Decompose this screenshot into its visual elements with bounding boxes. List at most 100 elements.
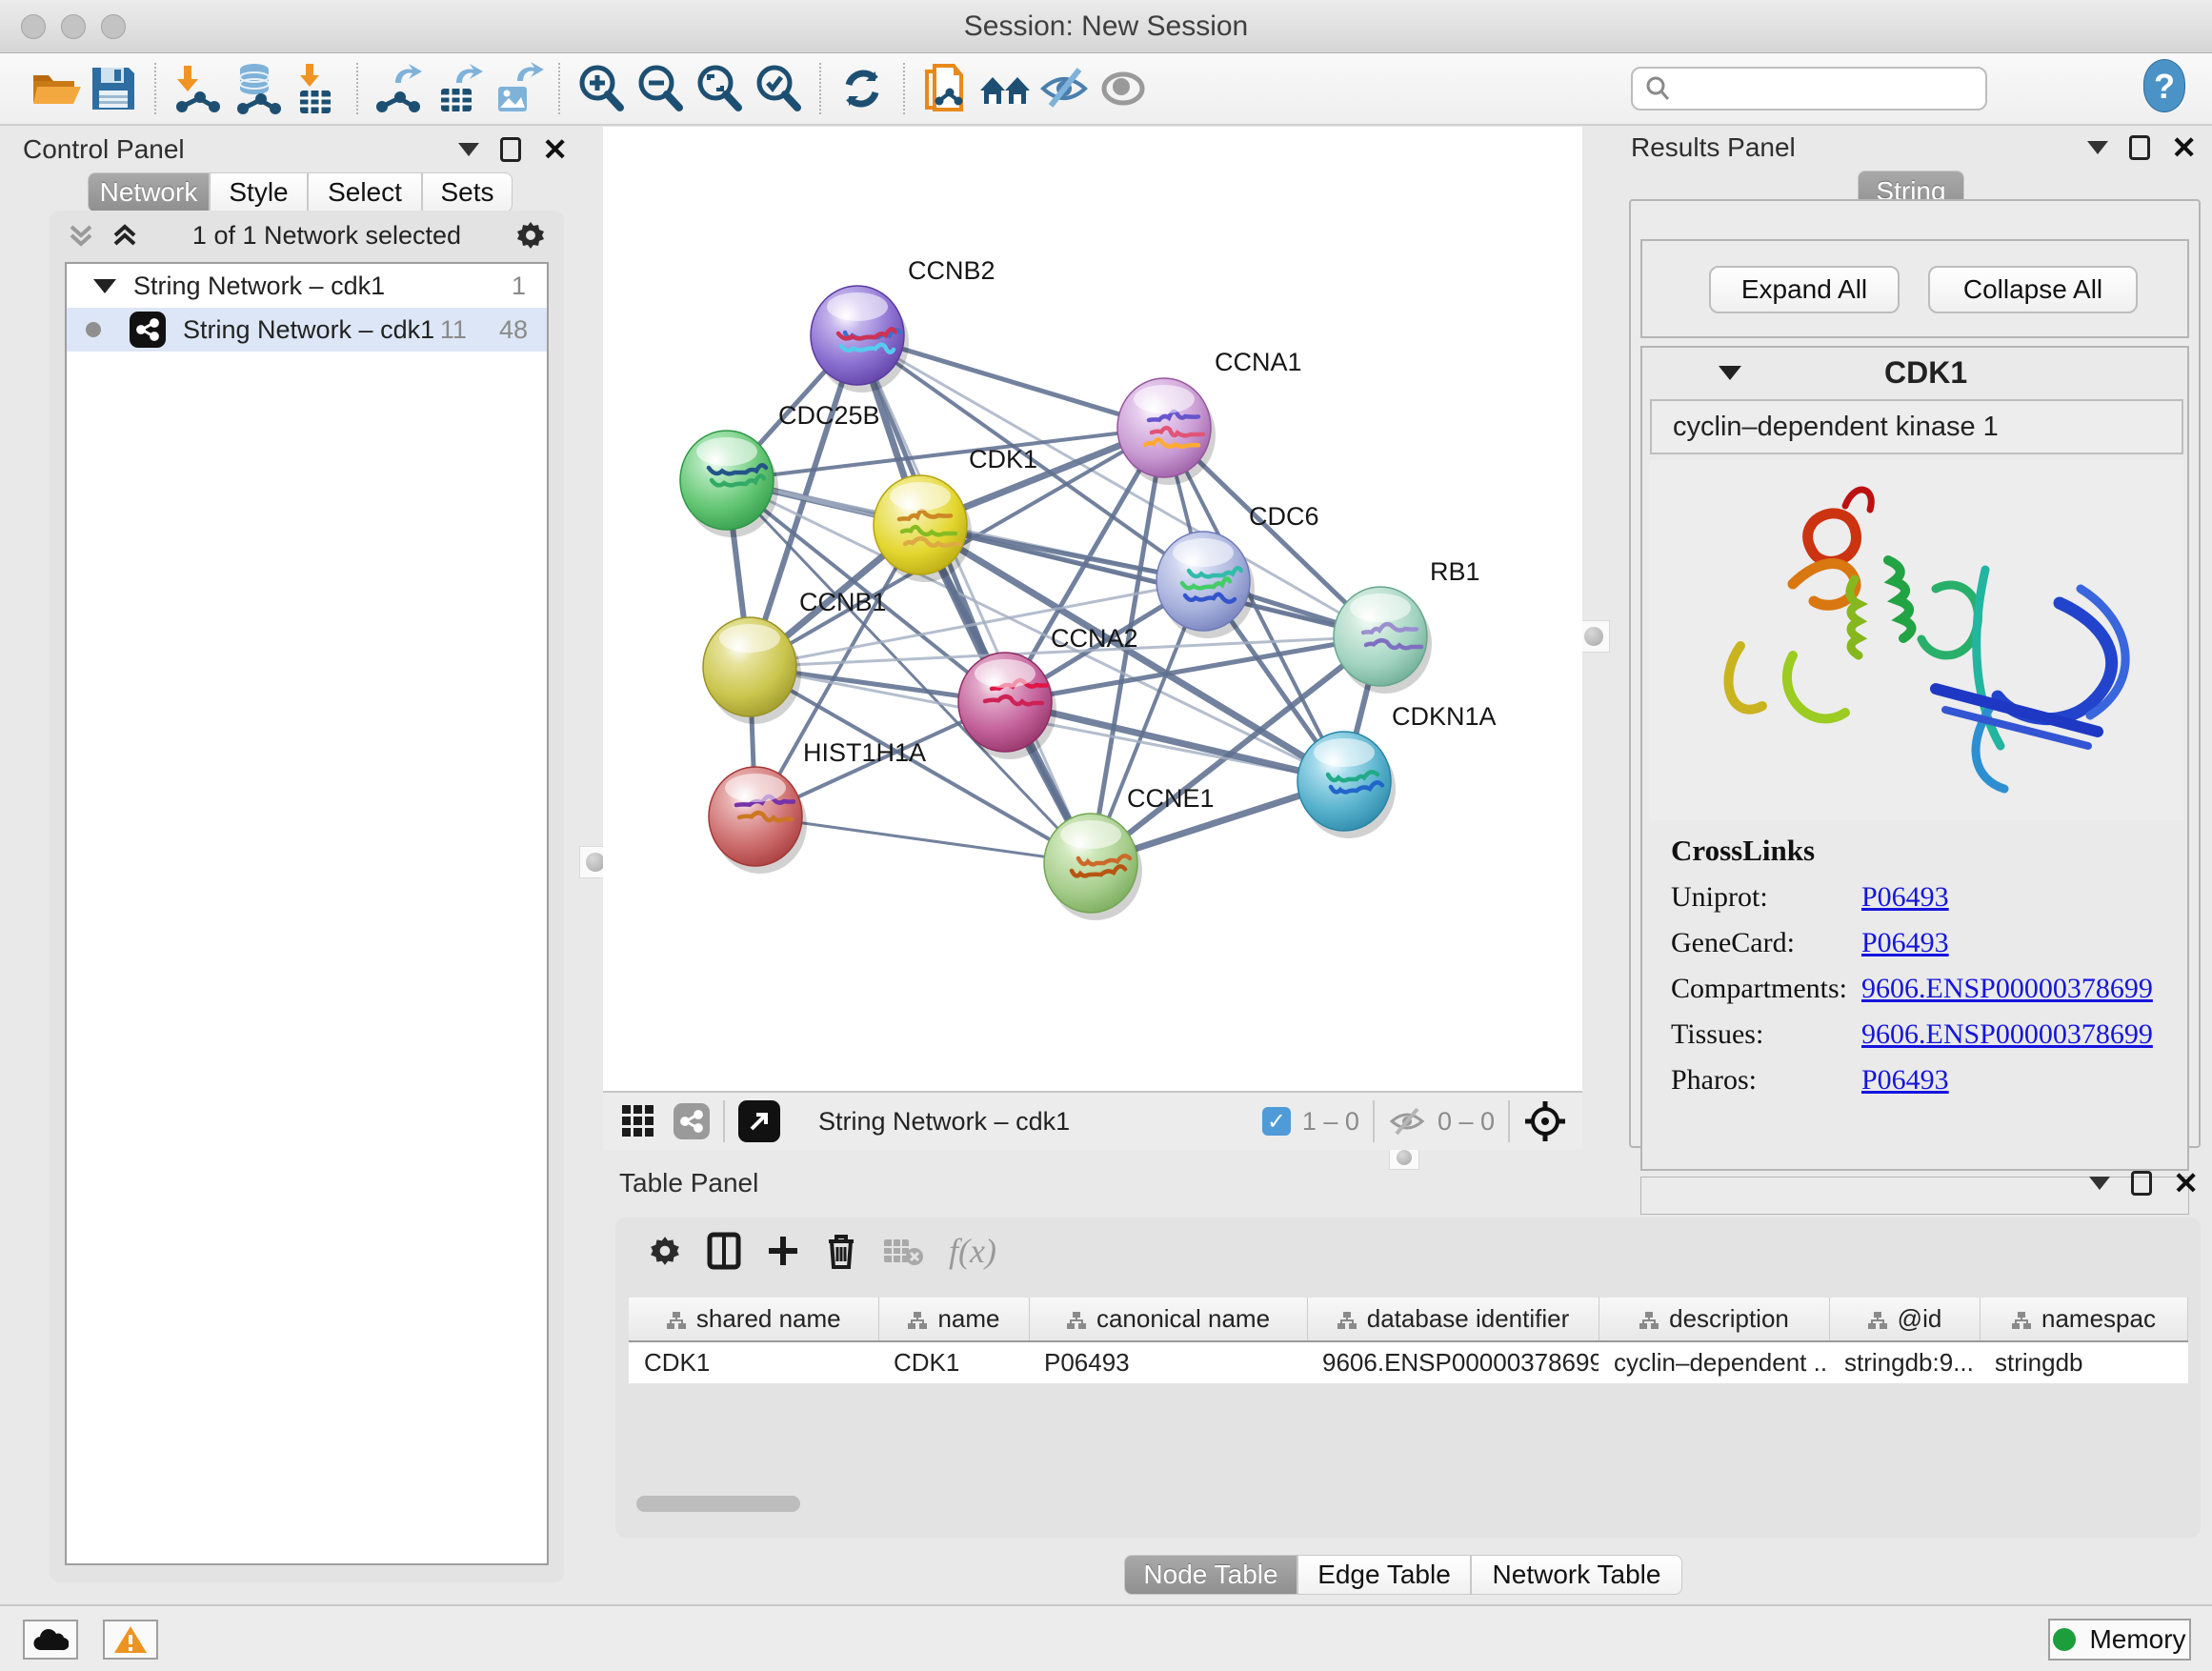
- hide-glass-button[interactable]: [1035, 59, 1094, 118]
- crosslink-link[interactable]: 9606.ENSP00000378699: [1861, 1018, 2153, 1051]
- houses-icon: [976, 62, 1034, 115]
- control-panel-collapse-icon[interactable]: [458, 143, 479, 156]
- save-floppy-icon: [89, 64, 138, 113]
- import-table-button[interactable]: [286, 59, 345, 118]
- tab-edge-table[interactable]: Edge Table: [1297, 1555, 1471, 1595]
- network-row[interactable]: String Network – cdk1 11 48: [67, 308, 547, 352]
- zoom-selected-button[interactable]: [749, 59, 808, 118]
- zoom-fit-button[interactable]: [690, 59, 749, 118]
- help-button[interactable]: ?: [2143, 59, 2185, 112]
- table-cell[interactable]: CDK1: [629, 1341, 878, 1383]
- tab-network[interactable]: Network: [88, 172, 210, 212]
- delete-column-icon[interactable]: [825, 1232, 857, 1270]
- window-close-dot[interactable]: [21, 14, 46, 39]
- column-header-database-identifier[interactable]: database identifier: [1307, 1298, 1599, 1341]
- zoom-out-button[interactable]: [631, 59, 690, 118]
- node-CCNB1[interactable]: CCNB1: [703, 588, 887, 724]
- node-CCNA1[interactable]: CCNA1: [1117, 348, 1302, 485]
- node-RB1[interactable]: RB1: [1334, 557, 1480, 694]
- column-header-description[interactable]: description: [1599, 1298, 1829, 1341]
- gene-expand-icon[interactable]: [1719, 366, 1741, 380]
- table-cell[interactable]: stringdb: [1980, 1341, 2187, 1383]
- export-table-icon: [432, 62, 485, 115]
- window-zoom-dot[interactable]: [101, 14, 126, 39]
- show-glass-button[interactable]: [1094, 59, 1153, 118]
- fit-content-crosshair-icon[interactable]: [1523, 1099, 1567, 1143]
- export-table-button[interactable]: [429, 59, 488, 118]
- tab-style[interactable]: Style: [210, 172, 308, 212]
- search-input[interactable]: [1671, 74, 1957, 104]
- network-icon-badge[interactable]: [674, 1103, 710, 1139]
- zoom-in-button[interactable]: [572, 59, 631, 118]
- table-cell[interactable]: 9606.ENSP00000378699: [1307, 1341, 1599, 1383]
- expand-all-icon[interactable]: [111, 221, 139, 250]
- crosslink-link[interactable]: P06493: [1861, 927, 1949, 959]
- crosslink-link[interactable]: P06493: [1861, 881, 1949, 914]
- export-image-button[interactable]: [488, 59, 547, 118]
- open-session-button[interactable]: [25, 59, 84, 118]
- collapse-all-icon[interactable]: [67, 221, 95, 250]
- table-panel-float-icon[interactable]: [2131, 1171, 2152, 1196]
- node-CCNB2[interactable]: CCNB2: [811, 256, 995, 393]
- table-row[interactable]: CDK1CDK1P064939606.ENSP00000378699cyclin…: [629, 1341, 2187, 1383]
- table-cell[interactable]: P06493: [1029, 1341, 1307, 1383]
- selected-checkbox[interactable]: ✓: [1262, 1107, 1291, 1136]
- import-network-database-button[interactable]: [227, 59, 286, 118]
- table-cell[interactable]: stringdb:9...: [1829, 1341, 1980, 1383]
- network-collection-row[interactable]: String Network – cdk1 1: [67, 264, 547, 308]
- tab-sets[interactable]: Sets: [422, 172, 513, 212]
- crosslink-link[interactable]: 9606.ENSP00000378699: [1861, 973, 2153, 1005]
- node-HIST1H1A[interactable]: HIST1H1A: [709, 738, 926, 874]
- toolbar-search[interactable]: [1631, 67, 1987, 111]
- grid-view-icon[interactable]: [620, 1103, 656, 1139]
- results-panel-float-icon[interactable]: [2129, 135, 2150, 160]
- save-session-button[interactable]: [84, 59, 143, 118]
- export-network-button[interactable]: [370, 59, 429, 118]
- network-graph[interactable]: CCNB2CCNA1CDC25BCDK1CDC6RB1CCNB1CCNA2CDK…: [603, 127, 1582, 1091]
- node-CDKN1A[interactable]: CDKN1A: [1297, 702, 1497, 838]
- tab-select[interactable]: Select: [308, 172, 422, 212]
- crosslink-link[interactable]: P06493: [1861, 1064, 1949, 1097]
- node-CDC25B[interactable]: CDC25B: [680, 401, 880, 537]
- crosslink-row: Compartments:9606.ENSP00000378699: [1671, 973, 2166, 1005]
- control-panel-float-icon[interactable]: [500, 137, 521, 162]
- tab-node-table[interactable]: Node Table: [1124, 1555, 1297, 1595]
- table-panel-close-icon[interactable]: ✕: [2173, 1171, 2199, 1196]
- column-header-canonical-name[interactable]: canonical name: [1029, 1298, 1307, 1341]
- table-cell[interactable]: CDK1: [878, 1341, 1029, 1383]
- open-in-window-button[interactable]: [738, 1100, 780, 1142]
- apply-layout-button[interactable]: [833, 59, 892, 118]
- results-panel-collapse-icon[interactable]: [2087, 141, 2108, 154]
- control-panel-close-icon[interactable]: ✕: [542, 137, 568, 162]
- column-header-shared-name[interactable]: shared name: [629, 1298, 878, 1341]
- column-header-namespac[interactable]: namespac: [1980, 1298, 2187, 1341]
- column-header-name[interactable]: name: [878, 1298, 1029, 1341]
- collection-expand-icon[interactable]: [93, 279, 116, 293]
- node-CCNE1[interactable]: CCNE1: [1044, 784, 1215, 920]
- right-splitter-handle[interactable]: [1578, 620, 1610, 653]
- network-label: String Network – cdk1: [183, 315, 434, 345]
- table-cell[interactable]: cyclin–dependent ...: [1599, 1341, 1829, 1383]
- warning-button[interactable]: [103, 1620, 158, 1660]
- show-columns-icon[interactable]: [707, 1232, 741, 1270]
- collection-label: String Network – cdk1: [133, 272, 385, 301]
- table-gear-icon[interactable]: [648, 1234, 682, 1268]
- import-network-file-button[interactable]: [168, 59, 227, 118]
- tab-network-table[interactable]: Network Table: [1471, 1555, 1682, 1595]
- string-import-button[interactable]: [916, 59, 975, 118]
- results-panel-close-icon[interactable]: ✕: [2171, 135, 2197, 160]
- table-panel-collapse-icon[interactable]: [2089, 1177, 2110, 1190]
- gear-icon[interactable]: [514, 219, 547, 252]
- cloud-button[interactable]: [23, 1620, 78, 1660]
- results-panel-title: Results Panel: [1631, 132, 1796, 163]
- hidden-eye-icon[interactable]: [1388, 1105, 1426, 1137]
- add-column-icon[interactable]: [766, 1234, 800, 1268]
- window-minimize-dot[interactable]: [61, 14, 86, 39]
- string-homes-button[interactable]: [975, 59, 1035, 118]
- column-header--id[interactable]: @id: [1829, 1298, 1980, 1341]
- memory-button[interactable]: Memory: [2048, 1619, 2191, 1661]
- network-canvas[interactable]: CCNB2CCNA1CDC25BCDK1CDC6RB1CCNB1CCNA2CDK…: [603, 127, 1582, 1091]
- collapse-all-button[interactable]: Collapse All: [1928, 266, 2138, 313]
- horizontal-scrollbar-thumb[interactable]: [636, 1496, 800, 1512]
- expand-all-button[interactable]: Expand All: [1709, 266, 1900, 313]
